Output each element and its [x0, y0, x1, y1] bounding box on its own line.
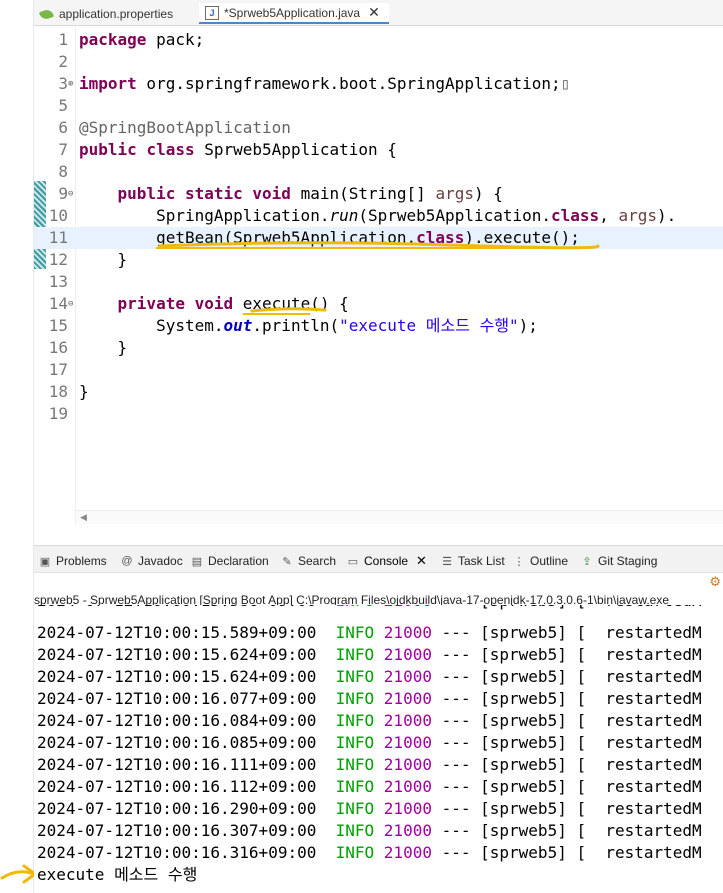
outline-icon: ⋮ — [513, 555, 525, 568]
console-icon: ▭ — [347, 555, 359, 568]
close-icon[interactable]: ✕ — [368, 4, 380, 21]
line-number: 16 — [48, 338, 68, 357]
code-line[interactable]: 1 package pack; — [34, 29, 723, 51]
code-line[interactable]: 3 ⊕ import org.springframework.boot.Spring… — [34, 73, 723, 95]
code-line[interactable]: 8 — [34, 161, 723, 183]
tab-git-staging[interactable]: ⇪ Git Staging — [580, 552, 657, 570]
code-line[interactable]: 18} — [34, 381, 723, 403]
tab-search[interactable]: ✎ Search — [280, 552, 336, 570]
code-line[interactable]: 16 } — [34, 337, 723, 359]
line-number: 3 — [58, 74, 68, 93]
code-editor[interactable]: 1 package pack; 2 3 ⊕ import org.springframew… — [34, 26, 723, 524]
log-line: 2024-07-12T10:00:16.085+09:00 INFO 21000… — [37, 733, 702, 752]
log-line: 2024-07-12T10:00:16.084+09:00 INFO 21000… — [37, 711, 702, 730]
line-number: 14 — [48, 294, 68, 313]
tab-javadoc[interactable]: @ Javadoc — [120, 552, 182, 570]
code-line[interactable]: 9 ⊖ public static void main(String[] args… — [34, 183, 723, 205]
code-line[interactable]: 13 — [34, 271, 723, 293]
code-line[interactable]: 14 ⊖ private void execute() { — [34, 293, 723, 315]
code-line[interactable]: 17 — [34, 359, 723, 381]
line-number: 2 — [58, 52, 68, 71]
code-line[interactable]: 10 SpringApplication.run(Sprweb5Applicat… — [34, 205, 723, 227]
line-number: 17 — [48, 360, 68, 379]
line-number: 15 — [48, 316, 68, 335]
spring-leaf-icon — [38, 7, 55, 21]
code-line[interactable]: 6 @SpringBootApplication — [34, 117, 723, 139]
close-icon[interactable]: ✕ — [416, 553, 427, 569]
code-line[interactable]: 11 getBean(Sprweb5Application.class).exe… — [34, 227, 723, 249]
line-number: 11 — [48, 228, 68, 247]
code-text: } — [79, 338, 128, 357]
line-number: 1 — [58, 30, 68, 49]
log-line: 2024-07-12T10:00:16.111+09:00 INFO 21000… — [37, 755, 702, 774]
log-line: 2024-07-12T10:00:15.624+09:00 INFO 21000… — [37, 667, 702, 686]
code-text: @SpringBootApplication — [79, 118, 291, 137]
log-line: 2024-07-12T10:00:16.290+09:00 INFO 21000… — [37, 799, 702, 818]
log-line: 2024-07-12T10:00:16.316+09:00 INFO 21000… — [37, 843, 702, 862]
views-tab-bar: ▣ Problems @ Javadoc ▤ Declaration ✎ Search … — [34, 545, 723, 573]
tab-problems[interactable]: ▣ Problems — [38, 552, 107, 570]
code-text: SpringApplication.run(Sprweb5Application… — [79, 206, 677, 225]
tab-application-properties[interactable]: application.properties — [34, 3, 194, 24]
code-text: package pack; — [79, 30, 205, 49]
code-text: import org.springframework.boot.SpringAp… — [79, 74, 571, 93]
editor-tab-bar: application.properties J *Sprweb5Applica… — [34, 0, 723, 26]
code-text: System.out.println("execute 메소드 수행"); — [79, 316, 538, 335]
left-margin-strip — [0, 0, 34, 893]
declaration-icon: ▤ — [191, 555, 203, 568]
tab-outline[interactable]: ⋮ Outline — [512, 552, 569, 570]
log-line: 2024-07-12T10:00:16.307+09:00 INFO 21000… — [37, 821, 702, 840]
line-number: 18 — [48, 382, 68, 401]
tab-declaration[interactable]: ▤ Declaration — [190, 552, 269, 570]
console-header: ⚙ sprweb5 - Sprweb5Application [Spring B… — [34, 573, 723, 607]
log-line: 2024-07-12T10:00:15.586+09:00 INFO 21000… — [37, 605, 723, 612]
code-line[interactable]: 12 } — [34, 249, 723, 271]
javadoc-icon: @ — [121, 555, 133, 567]
code-line[interactable]: 19 — [34, 403, 723, 425]
tab-label: application.properties — [59, 6, 174, 21]
console-output[interactable]: 2024-07-12T10:00:15.586+09:00 INFO 21000… — [34, 605, 723, 893]
line-number: 19 — [48, 404, 68, 423]
java-file-icon: J — [205, 5, 219, 20]
code-text: } — [79, 250, 128, 269]
tab-label: *Sprweb5Application.java — [224, 5, 361, 20]
code-text: public static void main(String[] args) { — [117, 184, 503, 203]
code-line[interactable]: 7 public class Sprweb5Application { — [34, 139, 723, 161]
log-line: 2024-07-12T10:00:15.624+09:00 INFO 21000… — [37, 645, 702, 664]
line-number: 8 — [58, 162, 68, 181]
git-staging-icon: ⇪ — [582, 555, 592, 568]
fold-toggle-icon[interactable]: ⊕ — [68, 73, 73, 95]
line-number: 7 — [58, 140, 68, 159]
code-text: public class Sprweb5Application { — [79, 140, 397, 159]
tab-task-list[interactable]: ☰ Task List — [440, 552, 505, 570]
line-number: 12 — [48, 250, 68, 269]
line-number: 13 — [48, 272, 68, 291]
program-output-line: execute 메소드 수행 — [37, 865, 198, 884]
log-line: 2024-07-12T10:00:16.112+09:00 INFO 21000… — [37, 777, 702, 796]
tab-sprweb5application-java[interactable]: J *Sprweb5Application.java ✕ — [199, 3, 389, 24]
code-line[interactable]: 15 System.out.println("execute 메소드 수행"); — [34, 315, 723, 337]
line-number: 9 — [58, 184, 68, 203]
code-text: private void execute() { — [117, 294, 349, 313]
task-list-icon: ☰ — [442, 555, 452, 568]
console-tool-icon[interactable]: ⚙ — [709, 575, 721, 590]
log-line: 2024-07-12T10:00:15.589+09:00 INFO 21000… — [37, 623, 702, 642]
code-text: getBean(Sprweb5Application.class).execut… — [156, 228, 580, 247]
problems-icon: ▣ — [39, 555, 51, 568]
code-line[interactable]: 5 — [34, 95, 723, 117]
line-number: 5 — [58, 96, 68, 115]
code-text: } — [79, 382, 89, 401]
fold-toggle-icon[interactable]: ⊖ — [68, 183, 73, 205]
log-line: 2024-07-12T10:00:16.077+09:00 INFO 21000… — [37, 689, 702, 708]
scroll-left-icon[interactable]: ◀ — [80, 511, 87, 525]
line-number: 10 — [48, 206, 68, 225]
horizontal-scrollbar[interactable]: ◀ — [76, 510, 723, 524]
search-icon: ✎ — [282, 555, 292, 568]
line-number: 6 — [58, 118, 68, 137]
code-line[interactable]: 2 — [34, 51, 723, 73]
tab-console[interactable]: ▭ Console ✕ — [346, 552, 427, 570]
fold-toggle-icon[interactable]: ⊖ — [68, 293, 73, 315]
